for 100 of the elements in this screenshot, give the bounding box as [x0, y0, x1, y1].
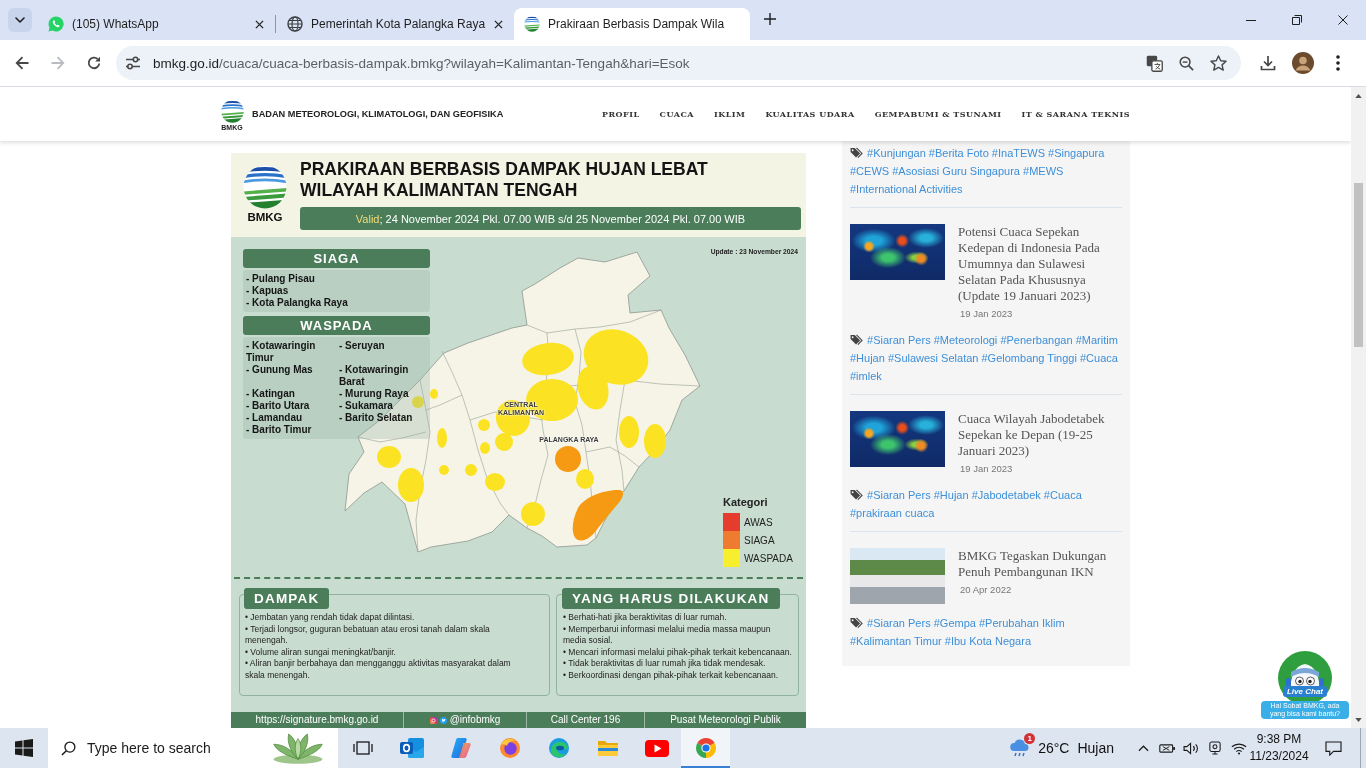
website-url: https://signature.bmkg.go.id	[255, 713, 379, 727]
wifi-icon[interactable]	[1231, 741, 1247, 755]
nav-link[interactable]: IKLIM	[714, 109, 746, 119]
social-handle: @infobmkg	[449, 713, 501, 727]
scroll-up-icon[interactable]	[1355, 93, 1362, 98]
tag-link[interactable]: #imlek	[850, 370, 882, 382]
tag-link[interactable]: #Kunjungan	[867, 147, 926, 159]
nav-link[interactable]: CUACA	[659, 109, 694, 119]
article-link[interactable]: BMKG Tegaskan Dukungan Penuh Pembangunan IKN	[958, 548, 1114, 580]
article-link[interactable]: Potensi Cuaca Sepekan Kedepan di Indonesia Pada Umumnya dan Sulawesi Selatan Pada Khususnya (Update 19 Januari 2023)	[958, 224, 1114, 304]
browser-tab[interactable]: (105) WhatsApp	[38, 8, 274, 40]
tag-link[interactable]: #Ibu Kota Negara	[944, 635, 1031, 647]
search-box[interactable]: Type here to search	[48, 728, 338, 768]
action-point: • Tidak beraktivitas di luar rumah jika tidak mendesak.	[563, 658, 767, 670]
tag-link[interactable]: #Berita Foto	[928, 147, 989, 159]
area-name: - Pulang Pisau	[246, 273, 315, 285]
siaga-zone	[572, 489, 624, 541]
scroll-down-icon[interactable]	[1355, 717, 1362, 722]
tag-link[interactable]: #Hujan	[933, 489, 969, 501]
chevron-up-icon[interactable]	[1137, 744, 1149, 752]
tag-link[interactable]: #Penerbangan	[1000, 334, 1073, 346]
notification-icon[interactable]	[1325, 740, 1342, 756]
tag-link[interactable]: #Sulawesi Selatan	[887, 352, 979, 364]
tag-link[interactable]: #International Activities	[850, 183, 963, 195]
nav-link[interactable]: IT & SARANA TEKNIS	[1021, 109, 1130, 119]
tab-search-button[interactable]	[8, 8, 32, 32]
tag-link[interactable]: #Jabodetabek	[971, 489, 1041, 501]
tag-link[interactable]: #Siaran Pers	[867, 617, 931, 629]
tag-link[interactable]: #prakiraan cuaca	[850, 507, 935, 519]
zoom-out-icon[interactable]	[1178, 55, 1194, 71]
browser-tab[interactable]: Prakiraan Berbasis Dampak Wila	[514, 8, 750, 40]
area-name: - Seruyan	[339, 340, 385, 353]
waspada-zone	[644, 424, 666, 458]
translate-icon[interactable]	[1145, 54, 1163, 72]
tag-link[interactable]: #Siaran Pers	[867, 334, 931, 346]
tag-link[interactable]: #Maritim	[1075, 334, 1118, 346]
tag-link[interactable]: #CEWS	[850, 165, 890, 177]
article-date: 19 Jan 2023	[960, 462, 1013, 476]
restore-icon[interactable]	[1292, 15, 1302, 25]
tag-link[interactable]: #Cuaca	[1079, 352, 1118, 364]
download-icon[interactable]	[1260, 55, 1276, 71]
windows-logo-icon[interactable]	[15, 739, 33, 757]
nav-link[interactable]: GEMPABUMI & TSUNAMI	[874, 109, 1002, 119]
nav-link[interactable]: KUALITAS UDARA	[765, 109, 855, 119]
waspada-zone	[478, 419, 490, 431]
area-name: - Murung Raya	[339, 388, 409, 400]
area-name: - Kota Palangka Raya	[246, 297, 348, 309]
tag-link[interactable]: #Hujan	[850, 352, 885, 364]
ribbon-app-icon	[449, 737, 472, 759]
browser-tab[interactable]: Pemerintah Kota Palangka Raya	[277, 8, 513, 40]
legend-label: WASPADA	[744, 552, 793, 564]
article-link[interactable]: Cuaca Wilayah Jabodetabek Sepekan ke Depan (19-25 Januari 2023)	[958, 411, 1114, 459]
tag-link[interactable]: #Meteorologi	[933, 334, 998, 346]
tag-link[interactable]: #InaTEWS	[991, 147, 1046, 159]
tag-link[interactable]: #Gempa	[933, 617, 976, 629]
nav-link[interactable]: PROFIL	[601, 109, 640, 119]
webcam-icon[interactable]	[1209, 741, 1221, 755]
area-name: - Kotawaringin Timur	[246, 340, 317, 364]
weather-widget[interactable]: 1 26°C Hujan	[1005, 728, 1122, 768]
scrollbar-thumb[interactable]	[1354, 183, 1363, 347]
emblem-icon	[524, 16, 540, 32]
minimize-icon[interactable]	[1246, 19, 1256, 21]
reload-icon[interactable]	[87, 56, 101, 70]
article-date: 19 Jan 2023	[960, 307, 1013, 321]
emblem-icon[interactable]	[220, 100, 244, 123]
new-tab-icon[interactable]	[764, 12, 776, 25]
close-icon[interactable]	[494, 19, 503, 29]
waspada-zone	[439, 465, 449, 475]
waspada-zone	[465, 464, 477, 476]
chevron-down-icon[interactable]	[15, 17, 25, 23]
area-name: - Lamandau	[246, 412, 303, 424]
tag-link[interactable]: #Cuaca	[1043, 489, 1082, 501]
tag-link[interactable]: #Singapura	[1048, 147, 1105, 159]
star-icon[interactable]	[1209, 55, 1227, 71]
globe-icon	[287, 16, 303, 32]
search-input[interactable]: Type here to search	[87, 740, 247, 756]
volume-icon[interactable]	[1182, 741, 1200, 755]
tag-link[interactable]: #MEWS	[1023, 165, 1064, 177]
close-icon[interactable]	[1338, 15, 1348, 25]
camera-app-icon	[429, 716, 437, 724]
address-bar[interactable]: bmkg.go.id/cuaca/cuaca-berbasis-dampak.bmkg?wilayah=Kalimantan-Tengah&hari=Esok	[116, 46, 1241, 80]
menu-icon[interactable]	[1336, 55, 1340, 71]
tag-icon	[850, 147, 863, 158]
avatar-icon[interactable]	[1292, 52, 1314, 74]
taskbar-app-button[interactable]	[681, 728, 730, 768]
tune-icon[interactable]	[125, 56, 141, 70]
waspada-zone	[437, 428, 447, 448]
impact-point: • Jembatan yang rendah tidak dapat dilintasi.	[245, 612, 416, 624]
tag-link[interactable]: #Asosiasi Guru Singapura	[892, 165, 1020, 177]
back-icon[interactable]	[15, 56, 29, 70]
folder-icon	[596, 739, 619, 757]
tag-link[interactable]: #Kalimantan Timur	[850, 635, 942, 647]
clock[interactable]: 9:38 PM 11/23/2024	[1251, 728, 1307, 768]
tag-link[interactable]: #Siaran Pers	[867, 489, 931, 501]
close-icon[interactable]	[255, 19, 264, 29]
action-point: • Mencari informasi melalui pihak-pihak terkait kebencanaan.	[563, 646, 792, 658]
wave-app-icon	[547, 737, 570, 759]
tag-link[interactable]: #Perubahan Iklim	[979, 617, 1065, 629]
battery-icon[interactable]	[1158, 742, 1176, 754]
tag-link[interactable]: #Gelombang Tinggi	[981, 352, 1077, 364]
